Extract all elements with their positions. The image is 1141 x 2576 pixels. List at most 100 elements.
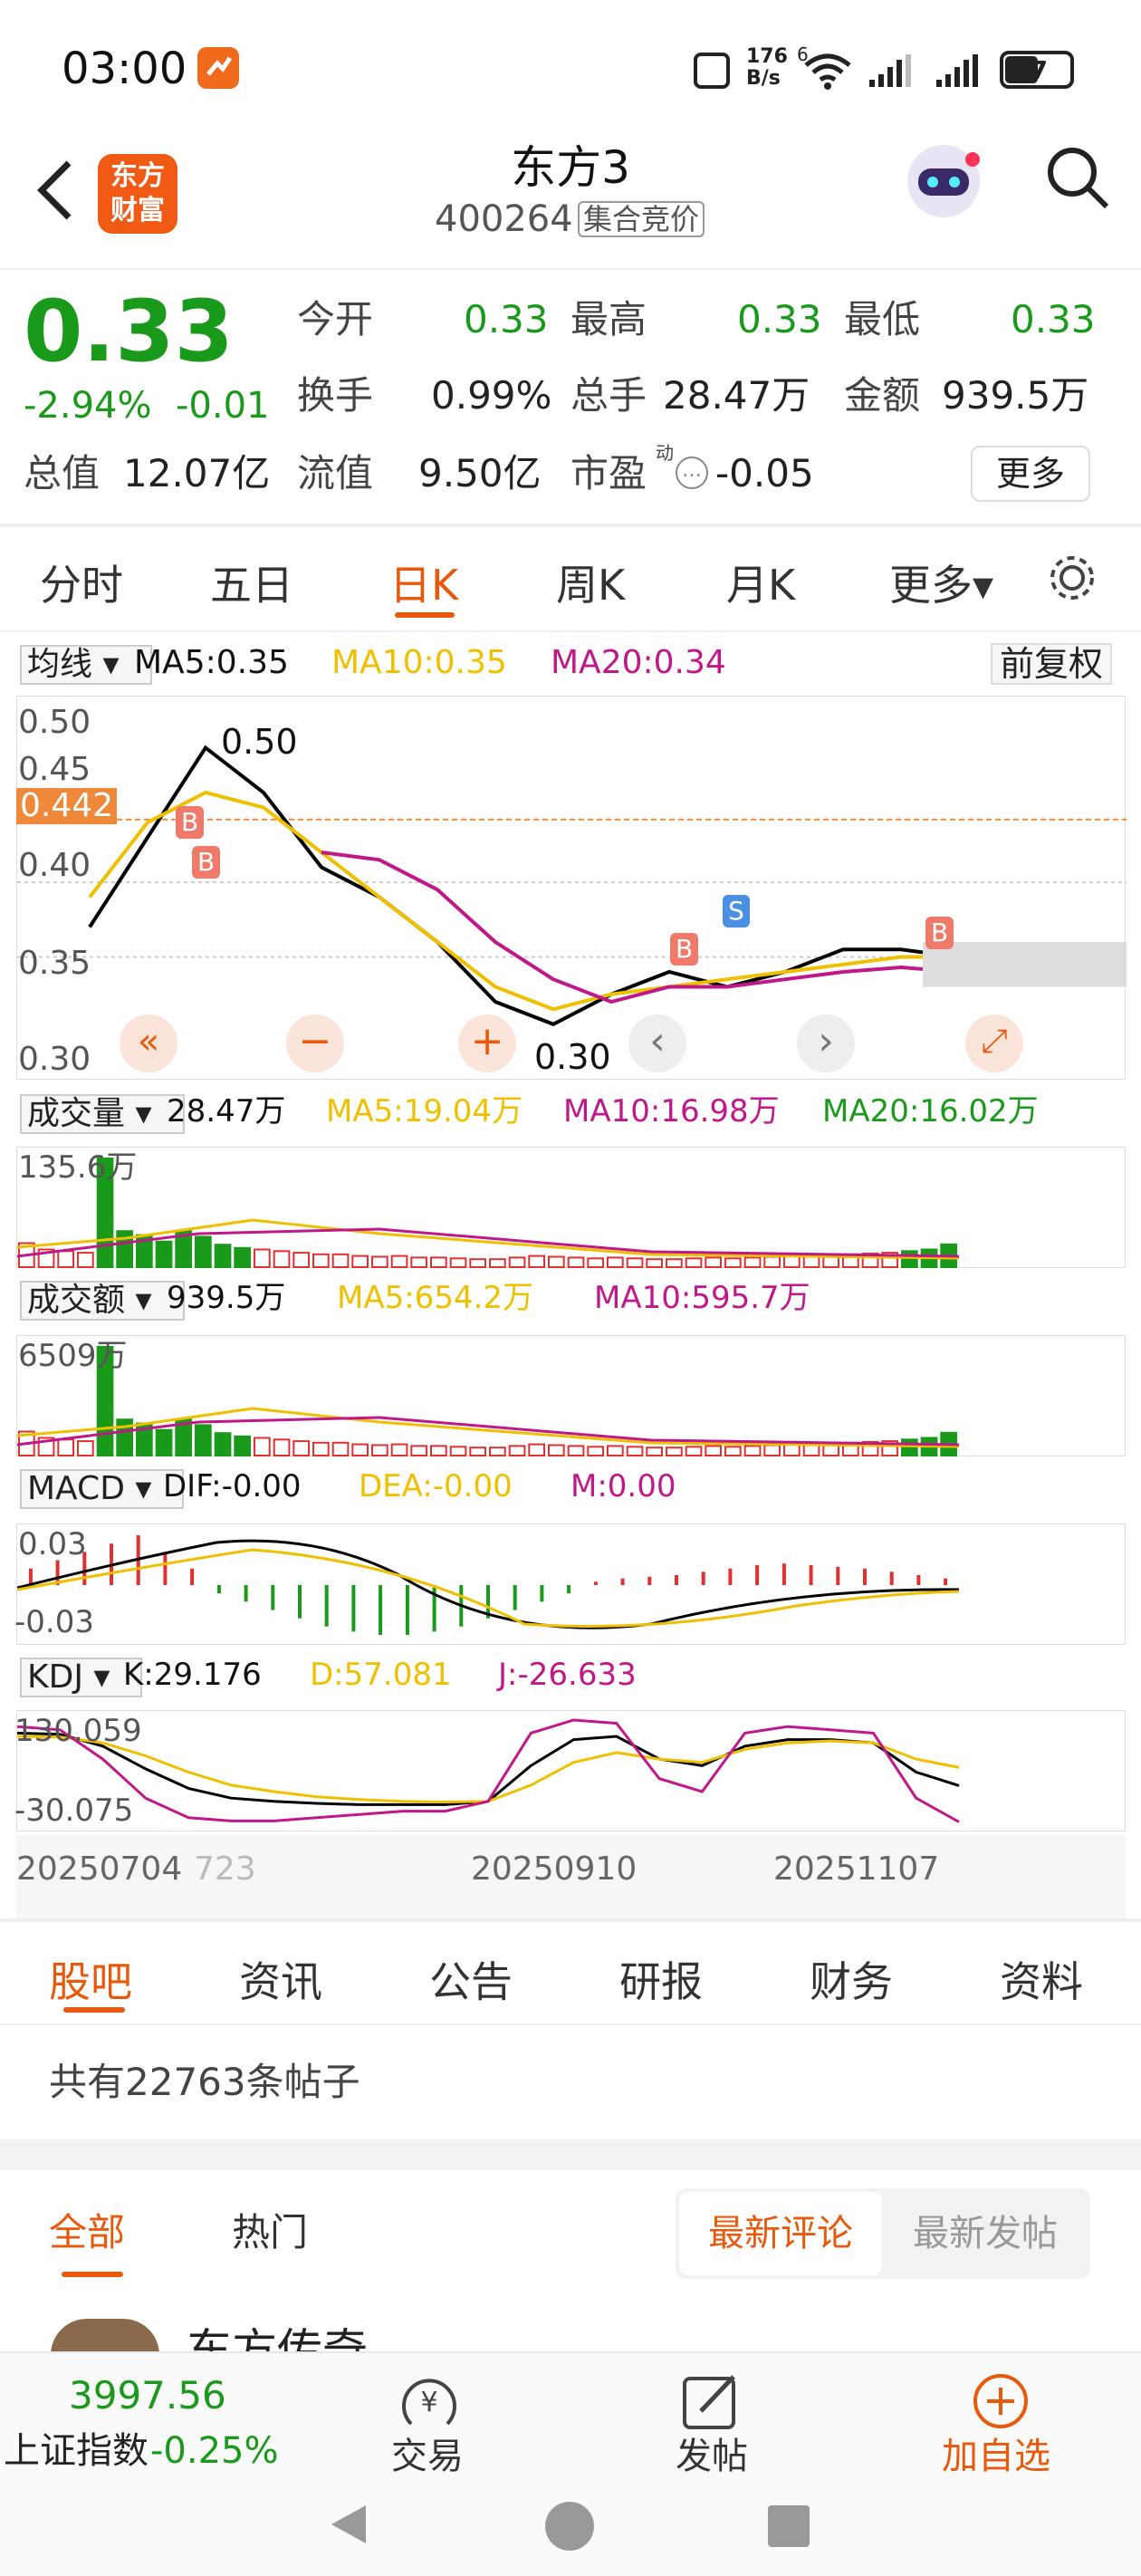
trade-label[interactable]: 交易: [391, 2438, 464, 2475]
trade-icon[interactable]: ¥: [393, 2369, 465, 2437]
kdj-line-k: [16, 1731, 960, 1806]
ma20-label: MA20:0.34: [551, 644, 726, 681]
status-bar: 03:00 176 B/s 6 47: [0, 0, 1141, 136]
tab-monthly-k[interactable]: 月K: [726, 553, 795, 612]
label-float-value: 流值: [297, 451, 374, 495]
tab-profile[interactable]: 资料: [1000, 1949, 1083, 2009]
zoom-out-button[interactable]: −: [286, 1014, 344, 1072]
zoom-in-button[interactable]: +: [458, 1014, 516, 1072]
tab-intraday[interactable]: 分时: [40, 553, 123, 612]
forum-tab-indicator: [63, 2007, 125, 2013]
nav-recents-button[interactable]: [768, 2505, 810, 2547]
amt-bar-23: [469, 1447, 486, 1456]
amt-bar-9: [195, 1424, 212, 1456]
buy-marker-1: B: [176, 806, 205, 839]
value-amount: 939.5万: [942, 373, 1089, 418]
battery-level: 47: [1012, 55, 1048, 85]
label-amount: 金额: [844, 373, 921, 418]
amt-bar-17: [351, 1443, 369, 1456]
sort-latest-comment[interactable]: 最新评论: [679, 2192, 882, 2275]
add-watch-icon[interactable]: [969, 2369, 1032, 2437]
tab-research[interactable]: 研报: [619, 1949, 703, 2009]
ma-selector[interactable]: 均线 ▾: [20, 645, 152, 685]
vol-max: 135.6万: [18, 1149, 138, 1186]
ma-line-ma10: [88, 790, 959, 1012]
info-icon[interactable]: …: [676, 457, 708, 489]
sort-latest-post[interactable]: 最新发帖: [884, 2192, 1087, 2275]
date-1: 20250704: [16, 1850, 183, 1888]
index-value[interactable]: 3997.56: [69, 2377, 226, 2415]
vol-bar-10: [214, 1244, 232, 1268]
kdj-line-j: [16, 1718, 960, 1823]
value-turnover: 0.99%: [431, 373, 552, 418]
label-low: 最低: [844, 297, 921, 341]
search-icon[interactable]: [1043, 143, 1112, 216]
nav-home-button[interactable]: [545, 2502, 594, 2551]
tab-announcement[interactable]: 公告: [429, 1949, 513, 2009]
fullscreen-button[interactable]: ⤢: [965, 1014, 1023, 1072]
value-open: 0.33: [464, 297, 549, 341]
tab-forum[interactable]: 股吧: [49, 1949, 132, 2009]
amount-chart[interactable]: [16, 1335, 1126, 1457]
vol-bar-39: [783, 1254, 801, 1268]
ktick-045: 0.45: [18, 751, 91, 788]
kline-chart[interactable]: [16, 696, 1127, 1080]
ktick-050: 0.50: [18, 704, 91, 741]
amt-ma10: MA10:595.7万: [594, 1280, 810, 1316]
amt-bar-24: [489, 1447, 506, 1456]
adjust-button[interactable]: 前复权: [991, 643, 1113, 685]
tab-5day[interactable]: 五日: [210, 553, 293, 612]
vol-bar-26: [528, 1254, 545, 1268]
label-turnover: 换手: [297, 373, 374, 418]
filter-all-indicator: [62, 2272, 123, 2277]
value-low: 0.33: [1011, 297, 1096, 341]
volume-chart[interactable]: [16, 1147, 1126, 1269]
tab-weekly-k[interactable]: 周K: [556, 553, 625, 612]
amt-bar-33: [666, 1447, 683, 1456]
amt-bar-39: [783, 1443, 801, 1456]
amt-bar-38: [763, 1444, 781, 1456]
vol-bar-15: [312, 1253, 330, 1269]
amt-bar-20: [410, 1445, 427, 1457]
next-button[interactable]: ›: [797, 1014, 855, 1072]
amt-bar-26: [528, 1443, 545, 1456]
macd-dea: DEA:-0.00: [359, 1468, 513, 1504]
post-icon[interactable]: [679, 2369, 743, 2437]
amt-bar-32: [646, 1447, 663, 1456]
nav-back-button[interactable]: [326, 2502, 371, 2551]
vol-bar-33: [666, 1258, 683, 1268]
amt-bar-14: [292, 1440, 310, 1456]
vol-ma20: MA20:16.02万: [822, 1093, 1039, 1129]
tab-more[interactable]: 更多▾: [889, 553, 993, 612]
section-gap: [0, 2139, 1141, 2170]
macd-chart[interactable]: [16, 1523, 1126, 1645]
filter-all[interactable]: 全部: [49, 2214, 125, 2252]
tab-news[interactable]: 资讯: [239, 1949, 322, 2009]
amt-bar-31: [626, 1446, 644, 1457]
ma5-label: MA5:0.35: [134, 644, 289, 681]
prev-button[interactable]: ‹: [628, 1014, 686, 1072]
gear-icon[interactable]: [1045, 551, 1099, 609]
amt-selector[interactable]: 成交额 ▾: [20, 1281, 185, 1321]
macd-selector[interactable]: MACD ▾: [20, 1469, 185, 1509]
date-3: 20251107: [773, 1850, 940, 1888]
tab-finance[interactable]: 财务: [810, 1949, 893, 2009]
index-name[interactable]: 上证指数: [4, 2433, 149, 2469]
vol-selector[interactable]: 成交量 ▾: [20, 1094, 185, 1134]
kdj-chart[interactable]: [16, 1710, 1126, 1831]
index-change[interactable]: -0.25%: [150, 2433, 279, 2469]
more-button[interactable]: 更多: [971, 446, 1091, 502]
robot-assistant-icon[interactable]: [896, 136, 987, 226]
label-pe: 市盈: [570, 451, 647, 495]
high-label: 0.50: [221, 722, 298, 762]
rewind-button[interactable]: «: [120, 1014, 177, 1072]
add-watch-label[interactable]: 加自选: [942, 2438, 1050, 2475]
amt-bar-35: [705, 1445, 722, 1457]
post-label[interactable]: 发帖: [676, 2438, 748, 2475]
vol-value: 28.47万: [167, 1093, 286, 1129]
ma-line-ma5: [88, 745, 960, 1026]
vol-bar-23: [469, 1258, 486, 1268]
tab-daily-k[interactable]: 日K: [389, 553, 458, 612]
filter-hot[interactable]: 热门: [232, 2214, 308, 2252]
post-author-avatar[interactable]: [51, 2319, 159, 2355]
